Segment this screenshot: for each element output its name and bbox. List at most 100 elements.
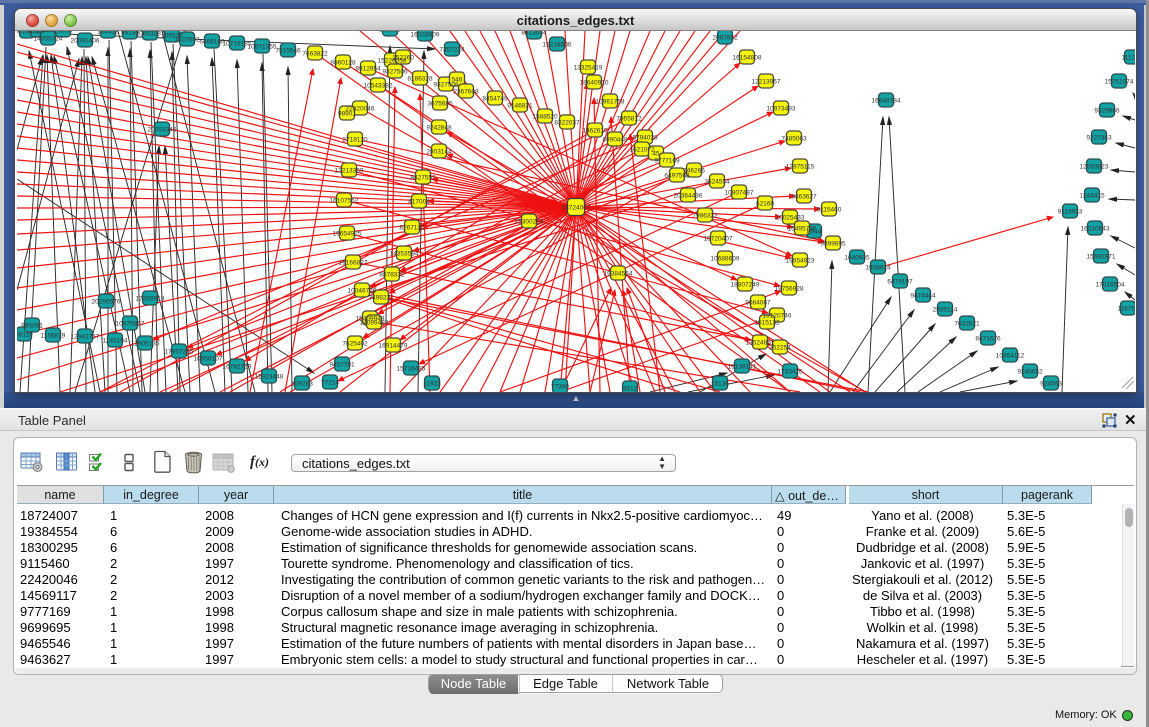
- svg-text:6479197: 6479197: [887, 279, 913, 286]
- svg-text:62160: 62160: [756, 201, 774, 208]
- svg-text:10025433: 10025433: [776, 215, 805, 222]
- svg-text:9327506: 9327506: [382, 69, 408, 76]
- svg-text:20053346: 20053346: [148, 127, 177, 134]
- svg-text:10046726: 10046726: [348, 288, 377, 295]
- svg-text:6466160: 6466160: [199, 39, 225, 46]
- svg-text:17016504: 17016504: [1096, 282, 1125, 289]
- svg-text:10543382: 10543382: [364, 83, 393, 90]
- svg-text:14055724: 14055724: [34, 36, 63, 43]
- svg-text:77214: 77214: [321, 380, 339, 387]
- svg-text:15720407: 15720407: [704, 236, 733, 243]
- svg-text:2367608: 2367608: [453, 89, 479, 96]
- svg-text:8912954: 8912954: [355, 66, 381, 73]
- svg-text:19654925: 19654925: [333, 231, 362, 238]
- svg-text:9242848: 9242848: [426, 125, 452, 132]
- svg-text:19384554: 19384554: [604, 271, 633, 278]
- svg-text:16782759: 16782759: [223, 364, 252, 371]
- svg-text:116753: 116753: [1117, 306, 1135, 313]
- svg-text:20091406: 20091406: [71, 38, 100, 45]
- svg-text:10654112: 10654112: [996, 353, 1025, 360]
- svg-text:39119: 39119: [17, 332, 33, 339]
- svg-text:16120746: 16120746: [763, 313, 792, 320]
- svg-text:12093823: 12093823: [1080, 164, 1109, 171]
- svg-text:20206576: 20206576: [92, 299, 121, 306]
- svg-text:746266: 746266: [683, 168, 705, 175]
- svg-text:9463627: 9463627: [791, 194, 817, 201]
- svg-text:8427552: 8427552: [410, 175, 436, 182]
- svg-text:20364436: 20364436: [674, 193, 703, 200]
- svg-text:15136: 15136: [711, 381, 729, 388]
- svg-text:18640910: 18640910: [580, 80, 609, 87]
- svg-text:16914479: 16914479: [379, 343, 408, 350]
- svg-text:7357224: 7357224: [439, 47, 465, 54]
- svg-text:17359918: 17359918: [136, 296, 165, 303]
- svg-text:7955812: 7955812: [616, 116, 642, 123]
- svg-text:9329966: 9329966: [1094, 108, 1120, 115]
- svg-text:10961758: 10961758: [596, 99, 625, 106]
- svg-text:1640935: 1640935: [844, 255, 870, 262]
- svg-text:1145194: 1145194: [103, 338, 128, 345]
- svg-text:7625402: 7625402: [342, 341, 368, 348]
- svg-text:9474444: 9474444: [910, 293, 936, 300]
- svg-text:1362615: 1362615: [582, 128, 608, 135]
- svg-text:1733426: 1733426: [777, 369, 803, 376]
- svg-text:3498222: 3498222: [368, 295, 394, 302]
- svg-text:1621072: 1621072: [629, 147, 655, 154]
- svg-text:98901: 98901: [338, 111, 356, 118]
- svg-text:10807487: 10807487: [725, 190, 754, 197]
- svg-text:19654923: 19654923: [786, 258, 815, 265]
- svg-text:4512: 4512: [623, 386, 638, 393]
- svg-text:104418: 104418: [97, 31, 119, 36]
- svg-text:2718120: 2718120: [342, 137, 368, 144]
- svg-text:12975115: 12975115: [786, 164, 815, 171]
- svg-text:3675685: 3675685: [427, 101, 453, 108]
- svg-text:152260: 152260: [392, 55, 414, 62]
- svg-text:19756928: 19756928: [775, 286, 804, 293]
- svg-text:7485063: 7485063: [781, 136, 807, 143]
- svg-text:8186328: 8186328: [407, 76, 433, 83]
- svg-text:9084067: 9084067: [745, 300, 771, 307]
- svg-text:12905135: 12905135: [131, 341, 160, 348]
- svg-text:1527602: 1527602: [174, 37, 200, 44]
- svg-text:9115460: 9115460: [817, 207, 842, 214]
- svg-text:8322037: 8322037: [554, 120, 580, 127]
- svg-text:12213967: 12213967: [752, 79, 781, 86]
- svg-text:13325419: 13325419: [574, 65, 603, 72]
- svg-text:19218506: 19218506: [543, 42, 572, 49]
- svg-text:10958107: 10958107: [194, 356, 223, 363]
- svg-text:45: 45: [652, 151, 660, 158]
- svg-text:12942757: 12942757: [71, 334, 100, 341]
- svg-text:9113933: 9113933: [1058, 209, 1083, 216]
- svg-text:10975867: 10975867: [116, 321, 145, 328]
- svg-text:16033809: 16033809: [411, 32, 440, 39]
- svg-text:1156819: 1156819: [41, 333, 66, 340]
- svg-text:8471676: 8471676: [975, 336, 1001, 343]
- svg-text:16107552: 16107552: [330, 198, 359, 205]
- svg-text:111233: 111233: [1122, 55, 1135, 62]
- svg-text:9457791: 9457791: [329, 362, 355, 369]
- svg-text:20094: 20094: [54, 31, 72, 35]
- svg-text:16495796: 16495796: [788, 226, 817, 233]
- svg-text:985061: 985061: [21, 323, 43, 330]
- svg-text:2087652: 2087652: [712, 35, 738, 42]
- svg-text:14099489: 14099489: [360, 320, 389, 327]
- svg-text:8878332: 8878332: [379, 272, 405, 279]
- svg-text:9227343: 9227343: [1086, 135, 1112, 142]
- svg-text:11923448: 11923448: [255, 374, 284, 381]
- svg-text:7663822: 7663822: [302, 51, 328, 58]
- svg-text:18724007: 18724007: [562, 205, 591, 212]
- svg-text:10973493: 10973493: [767, 106, 796, 113]
- svg-text:109283: 109283: [291, 381, 313, 388]
- svg-text:8660128: 8660128: [330, 60, 356, 67]
- svg-text:9245652: 9245652: [1017, 369, 1043, 376]
- svg-text:417004: 417004: [408, 199, 430, 206]
- svg-text:25300203: 25300203: [515, 219, 544, 226]
- svg-text:8454749: 8454749: [482, 96, 508, 103]
- svg-text:7515546: 7515546: [275, 48, 301, 55]
- svg-text:10688609: 10688609: [711, 256, 740, 263]
- svg-text:9899695: 9899695: [820, 241, 846, 248]
- svg-text:14353594: 14353594: [390, 251, 419, 258]
- svg-text:1938924: 1938924: [865, 265, 891, 272]
- svg-text:12213369: 12213369: [335, 168, 364, 175]
- svg-text:15716485: 15716485: [397, 366, 426, 373]
